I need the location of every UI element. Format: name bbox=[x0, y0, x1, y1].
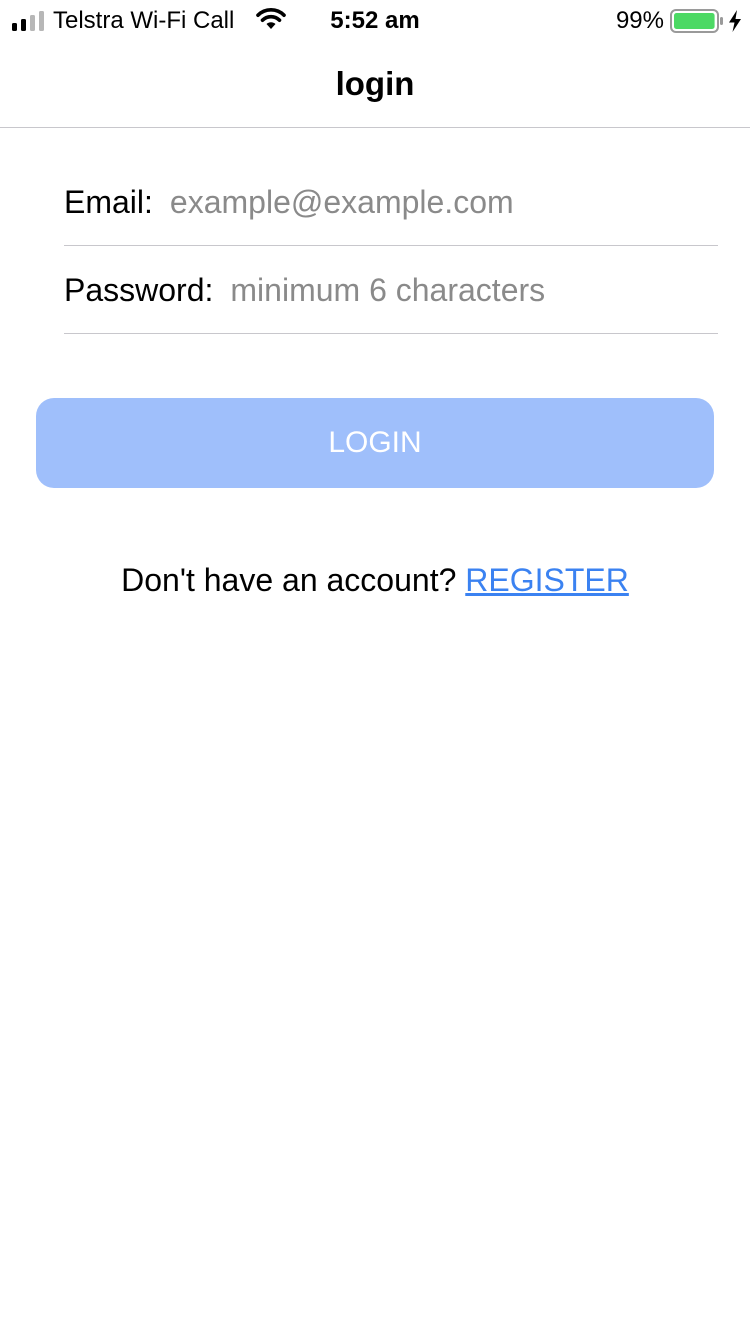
login-button[interactable]: LOGIN bbox=[36, 398, 714, 488]
charging-bolt-icon bbox=[729, 10, 741, 32]
email-row: Email: bbox=[64, 159, 718, 246]
register-prompt-row: Don't have an account? REGISTER bbox=[0, 560, 750, 600]
register-link[interactable]: REGISTER bbox=[465, 562, 629, 598]
login-screen: Telstra Wi-Fi Call 5:52 am 99% login Ema… bbox=[0, 0, 750, 1334]
register-prompt-text: Don't have an account? bbox=[121, 562, 466, 598]
email-label: Email: bbox=[64, 183, 153, 220]
battery-percentage: 99% bbox=[615, 7, 664, 34]
password-field[interactable] bbox=[230, 271, 718, 309]
navigation-bar: login bbox=[0, 40, 750, 128]
battery-icon bbox=[670, 9, 723, 33]
page-title: login bbox=[335, 65, 415, 102]
password-label: Password: bbox=[64, 271, 214, 308]
email-field[interactable] bbox=[169, 183, 718, 221]
password-row: Password: bbox=[64, 247, 718, 334]
status-bar: Telstra Wi-Fi Call 5:52 am 99% bbox=[0, 0, 750, 40]
